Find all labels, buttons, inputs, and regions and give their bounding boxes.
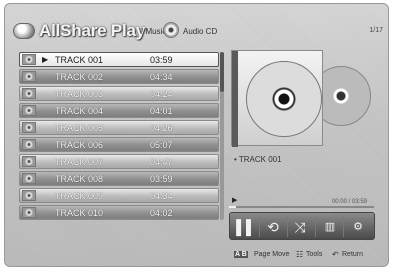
track-name: TRACK 010 xyxy=(55,208,104,218)
track-thumbnail-icon xyxy=(22,54,36,65)
track-duration: 04:01 xyxy=(150,106,173,116)
track-row-007[interactable]: TRACK 007 04:47 xyxy=(19,154,219,169)
track-row-006[interactable]: TRACK 006 05:07 xyxy=(19,137,219,152)
track-list: ▶ TRACK 001 03:59 TRACK 002 04:34 TRACK … xyxy=(19,52,219,222)
track-row-010[interactable]: TRACK 010 04:02 xyxy=(19,205,219,220)
breadcrumb-audio-cd: Audio CD xyxy=(183,27,218,36)
now-playing-title: • TRACK 001 xyxy=(234,155,282,164)
return-icon: ↶ xyxy=(332,250,339,259)
track-duration: 03:59 xyxy=(150,55,173,65)
track-name: TRACK 009 xyxy=(55,191,104,201)
track-thumbnail-icon xyxy=(22,71,36,82)
track-duration: 04:34 xyxy=(150,191,173,201)
shuffle-button[interactable]: ⤨ xyxy=(288,218,312,236)
cd-disc-icon xyxy=(246,61,322,137)
track-row-004[interactable]: TRACK 004 04:01 xyxy=(19,103,219,118)
progress-fill xyxy=(229,206,237,208)
track-name: TRACK 008 xyxy=(55,174,104,184)
ab-buttons-icon: A B xyxy=(234,251,248,258)
track-thumbnail-icon xyxy=(22,105,36,116)
screen: AllShare Play / Music / Audio CD 1/17 ▶ … xyxy=(4,3,389,267)
track-name: TRACK 005 xyxy=(55,123,104,133)
track-row-005[interactable]: TRACK 005 04:26 xyxy=(19,120,219,135)
playback-controls: ▌▌ ⟲ ⤨ ▥ ⚙ xyxy=(229,212,375,240)
track-duration: 04:24 xyxy=(150,89,173,99)
track-row-002[interactable]: TRACK 002 04:34 xyxy=(19,69,219,84)
footer-hints: A B Page Move ☷ Tools ↶ Return xyxy=(205,250,388,261)
track-name: TRACK 004 xyxy=(55,106,104,116)
track-name: TRACK 006 xyxy=(55,140,104,150)
track-thumbnail-icon xyxy=(22,207,36,218)
track-duration: 04:02 xyxy=(150,208,173,218)
play-indicator-icon: ▶ xyxy=(42,55,49,64)
tools-hint: Tools xyxy=(306,251,323,258)
album-art xyxy=(231,50,373,150)
track-thumbnail-icon xyxy=(22,156,36,167)
equalizer-button[interactable]: ▥ xyxy=(318,218,342,236)
divider xyxy=(259,217,260,237)
page-count: 1/17 xyxy=(369,27,383,34)
track-row-009[interactable]: TRACK 009 04:34 xyxy=(19,188,219,203)
track-duration: 04:47 xyxy=(150,157,173,167)
track-thumbnail-icon xyxy=(22,139,36,150)
track-name: TRACK 003 xyxy=(55,89,104,99)
header: AllShare Play / Music / Audio CD 1/17 xyxy=(13,21,385,45)
track-duration: 04:26 xyxy=(150,123,173,133)
elapsed-time: 00:00 / 03:59 xyxy=(331,199,367,205)
divider xyxy=(343,217,344,237)
allshare-logo-icon xyxy=(13,23,35,39)
progress-bar[interactable] xyxy=(229,206,374,208)
cd-case-spine xyxy=(232,51,238,147)
track-thumbnail-icon xyxy=(22,88,36,99)
track-thumbnail-icon xyxy=(22,122,36,133)
scrollbar-thumb[interactable] xyxy=(220,52,224,92)
track-thumbnail-icon xyxy=(22,190,36,201)
track-list-scrollbar[interactable] xyxy=(220,52,224,220)
track-name: TRACK 002 xyxy=(55,72,104,82)
cd-icon xyxy=(163,22,179,38)
return-hint: Return xyxy=(342,251,364,258)
track-thumbnail-icon xyxy=(22,173,36,184)
track-name: TRACK 007 xyxy=(55,157,104,167)
play-status-icon: ▶ xyxy=(232,197,238,204)
now-playing-label: TRACK 001 xyxy=(238,155,282,164)
divider xyxy=(315,217,316,237)
track-duration: 04:34 xyxy=(150,72,173,82)
pause-button[interactable]: ▌▌ xyxy=(234,218,258,236)
track-duration: 03:59 xyxy=(150,174,173,184)
settings-button[interactable]: ⚙ xyxy=(346,218,370,236)
track-row-001[interactable]: ▶ TRACK 001 03:59 xyxy=(19,52,219,67)
track-duration: 05:07 xyxy=(150,140,173,150)
repeat-button[interactable]: ⟲ xyxy=(261,218,285,236)
track-row-003[interactable]: TRACK 003 04:24 xyxy=(19,86,219,101)
app-title: AllShare Play xyxy=(39,21,146,40)
track-name: TRACK 001 xyxy=(55,55,104,65)
cd-case-icon xyxy=(231,50,323,147)
tools-icon: ☷ xyxy=(296,250,304,259)
page-move-hint: Page Move xyxy=(254,251,290,258)
track-row-008[interactable]: TRACK 008 03:59 xyxy=(19,171,219,186)
